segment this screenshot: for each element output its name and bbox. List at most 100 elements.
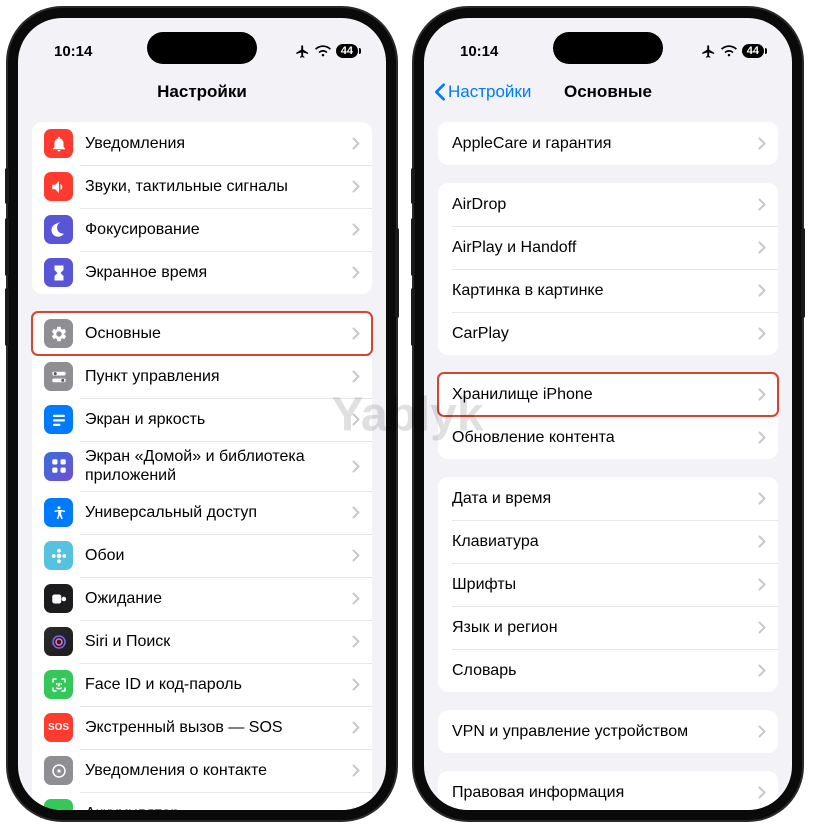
list-item[interactable]: Экранное время	[32, 251, 372, 294]
list-item[interactable]: Шрифты	[438, 563, 778, 606]
list-item[interactable]: AirDrop	[438, 183, 778, 226]
list-item[interactable]: Face ID и код-пароль	[32, 663, 372, 706]
list-item-label: Хранилище iPhone	[452, 385, 752, 404]
list-item[interactable]: AppleCare и гарантия	[438, 122, 778, 165]
settings-list[interactable]: Уведомления Звуки, тактильные сигналы Фо…	[18, 112, 386, 810]
list-item[interactable]: Словарь	[438, 649, 778, 692]
chevron-right-icon	[352, 592, 360, 605]
list-item-label: CarPlay	[452, 324, 752, 343]
settings-group: AppleCare и гарантия	[438, 122, 778, 165]
list-item[interactable]: Фокусирование	[32, 208, 372, 251]
battery-icon: 44	[742, 44, 764, 58]
wifi-icon	[315, 45, 331, 57]
list-item-label: Клавиатура	[452, 532, 752, 551]
list-item[interactable]: Обновление контента	[438, 416, 778, 459]
chevron-right-icon	[758, 535, 766, 548]
list-item-label: Экранное время	[85, 263, 346, 282]
list-item-label: Звуки, тактильные сигналы	[85, 177, 346, 196]
list-item[interactable]: Экран и яркость	[32, 398, 372, 441]
list-item-label: Правовая информация	[452, 783, 752, 802]
list-item-label: Шрифты	[452, 575, 752, 594]
settings-group: Дата и время Клавиатура Шрифты Язык и ре…	[438, 477, 778, 692]
page-title: Настройки	[157, 82, 247, 102]
list-item[interactable]: Экран «Домой» и библиотека приложений	[32, 441, 372, 491]
list-item[interactable]: Пункт управления	[32, 355, 372, 398]
list-item-label: Уведомления	[85, 134, 346, 153]
list-item-label: Фокусирование	[85, 220, 346, 239]
general-list[interactable]: AppleCare и гарантия AirDrop AirPlay и H…	[424, 112, 792, 810]
chevron-right-icon	[758, 327, 766, 340]
list-item[interactable]: Уведомления о контакте	[32, 749, 372, 792]
chevron-right-icon	[758, 388, 766, 401]
chevron-right-icon	[352, 413, 360, 426]
volume-button	[411, 288, 415, 346]
list-item-label: Универсальный доступ	[85, 503, 346, 522]
list-item[interactable]: Siri и Поиск	[32, 620, 372, 663]
list-item[interactable]: Универсальный доступ	[32, 491, 372, 534]
volume-button	[411, 168, 415, 204]
settings-group: AirDrop AirPlay и Handoff Картинка в кар…	[438, 183, 778, 355]
phone-left: 10:14 44 Настройки Уведомления Звуки, та…	[8, 8, 396, 820]
list-item-label: Словарь	[452, 661, 752, 680]
phone-right: 10:14 44 Настройки Основные AppleCare и …	[414, 8, 802, 820]
list-item[interactable]: SOS Экстренный вызов — SOS	[32, 706, 372, 749]
list-item-label: Уведомления о контакте	[85, 761, 346, 780]
access-icon	[44, 498, 73, 527]
list-item[interactable]: Язык и регион	[438, 606, 778, 649]
list-item[interactable]: Основные	[32, 312, 372, 355]
list-item[interactable]: Хранилище iPhone	[438, 373, 778, 416]
battery-icon: 44	[336, 44, 358, 58]
settings-group: Уведомления Звуки, тактильные сигналы Фо…	[32, 122, 372, 294]
battery-icon	[44, 799, 73, 810]
list-item[interactable]: Уведомления	[32, 122, 372, 165]
power-button	[801, 228, 805, 318]
list-item[interactable]: VPN и управление устройством	[438, 710, 778, 753]
list-item-label: AirPlay и Handoff	[452, 238, 752, 257]
dynamic-island	[553, 32, 663, 64]
list-item-label: VPN и управление устройством	[452, 722, 752, 741]
chevron-right-icon	[758, 621, 766, 634]
list-item[interactable]: Правовая информация	[438, 771, 778, 810]
list-item-label: Аккумулятор	[85, 804, 346, 810]
status-time: 10:14	[54, 43, 92, 60]
chevron-right-icon	[352, 460, 360, 473]
list-item[interactable]: CarPlay	[438, 312, 778, 355]
list-item-label: Пункт управления	[85, 367, 346, 386]
chevron-right-icon	[352, 721, 360, 734]
chevron-right-icon	[758, 725, 766, 738]
back-button[interactable]: Настройки	[434, 82, 531, 102]
chevron-right-icon	[352, 635, 360, 648]
settings-group: Основные Пункт управления Экран и яркост…	[32, 312, 372, 810]
grid-icon	[44, 452, 73, 481]
airplane-icon	[701, 44, 716, 59]
volume-button	[411, 218, 415, 276]
list-item[interactable]: Аккумулятор	[32, 792, 372, 810]
status-time: 10:14	[460, 43, 498, 60]
chevron-right-icon	[352, 137, 360, 150]
status-icons: 44	[295, 44, 358, 59]
chevron-right-icon	[352, 327, 360, 340]
airplane-icon	[295, 44, 310, 59]
list-item[interactable]: Звуки, тактильные сигналы	[32, 165, 372, 208]
hourglass-icon	[44, 258, 73, 287]
list-item[interactable]: Ожидание	[32, 577, 372, 620]
back-label: Настройки	[448, 82, 531, 102]
list-item-label: Face ID и код-пароль	[85, 675, 346, 694]
list-item[interactable]: Обои	[32, 534, 372, 577]
speaker-icon	[44, 172, 73, 201]
chevron-left-icon	[434, 83, 446, 101]
chevron-right-icon	[758, 431, 766, 444]
list-item[interactable]: Дата и время	[438, 477, 778, 520]
standby-icon	[44, 584, 73, 613]
power-button	[395, 228, 399, 318]
list-item[interactable]: Картинка в картинке	[438, 269, 778, 312]
sos-icon: SOS	[44, 713, 73, 742]
chevron-right-icon	[758, 786, 766, 799]
list-item[interactable]: Клавиатура	[438, 520, 778, 563]
list-item[interactable]: AirPlay и Handoff	[438, 226, 778, 269]
sun-icon	[44, 405, 73, 434]
chevron-right-icon	[352, 180, 360, 193]
list-item-label: Обои	[85, 546, 346, 565]
chevron-right-icon	[352, 678, 360, 691]
chevron-right-icon	[758, 137, 766, 150]
